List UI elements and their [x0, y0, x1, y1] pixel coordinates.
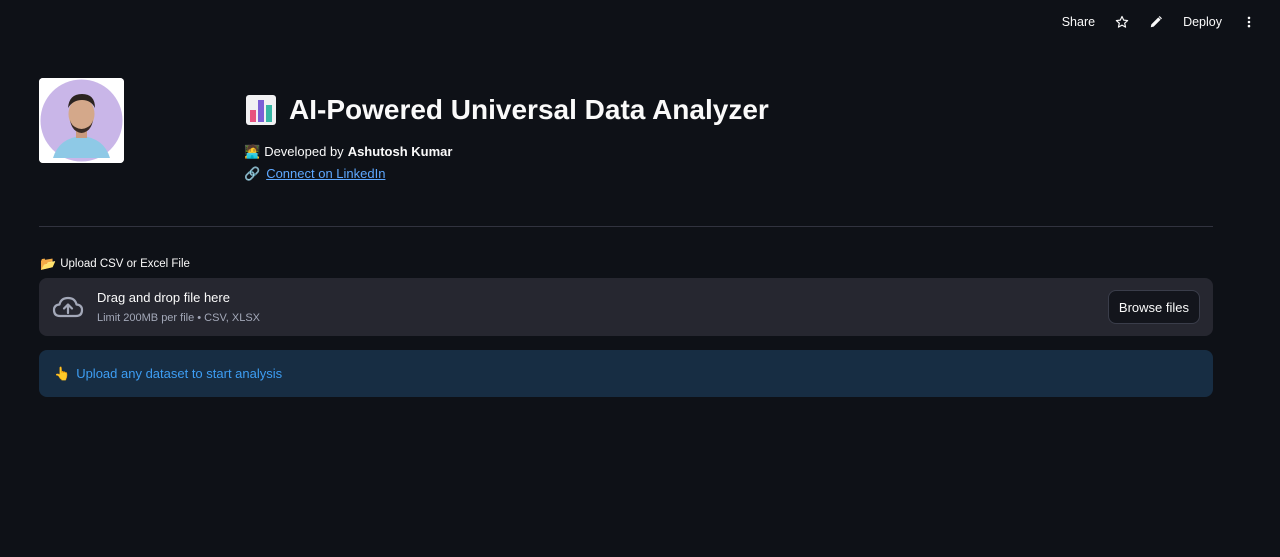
developer-credit: 🧑‍💻 Developed by Ashutosh Kumar	[244, 144, 452, 159]
pointing-up-emoji-icon: 👆	[54, 366, 71, 381]
dropzone-limits: Limit 200MB per file • CSV, XLSX	[97, 312, 261, 324]
linkedin-line: 🔗 Connect on LinkedIn	[244, 166, 385, 181]
browse-files-button[interactable]: Browse files	[1107, 290, 1200, 324]
profile-photo	[39, 78, 124, 163]
file-dropzone[interactable]: Drag and drop file here Limit 200MB per …	[39, 278, 1213, 336]
page-title-text: AI-Powered Universal Data Analyzer	[289, 94, 769, 125]
pencil-icon	[1149, 15, 1163, 29]
star-button[interactable]	[1105, 9, 1139, 35]
deploy-button[interactable]: Deploy	[1173, 9, 1232, 35]
share-button[interactable]: Share	[1052, 9, 1105, 35]
edit-button[interactable]	[1139, 9, 1173, 35]
upload-label-text: Upload CSV or Excel File	[60, 257, 190, 270]
technologist-emoji-icon: 🧑‍💻	[244, 144, 261, 159]
link-emoji-icon: 🔗	[244, 166, 261, 181]
upload-label: 📂 Upload CSV or Excel File	[40, 257, 190, 270]
page-title: AI-Powered Universal Data Analyzer	[245, 90, 769, 130]
dropzone-title: Drag and drop file here	[97, 290, 230, 305]
cloud-upload-icon	[52, 294, 84, 320]
info-alert: 👆 Upload any dataset to start analysis	[39, 350, 1213, 397]
linkedin-link[interactable]: Connect on LinkedIn	[266, 166, 385, 181]
info-text: Upload any dataset to start analysis	[76, 366, 283, 381]
bar-chart-emoji-icon	[245, 94, 277, 126]
top-toolbar: Share Deploy	[1052, 0, 1280, 44]
star-icon	[1115, 15, 1129, 29]
developer-name: Ashutosh Kumar	[347, 144, 453, 159]
vertical-dots-icon	[1242, 15, 1256, 29]
developer-prefix: Developed by	[264, 144, 344, 159]
main-menu-button[interactable]	[1232, 9, 1266, 35]
folder-emoji-icon: 📂	[40, 256, 57, 271]
divider	[39, 226, 1213, 227]
